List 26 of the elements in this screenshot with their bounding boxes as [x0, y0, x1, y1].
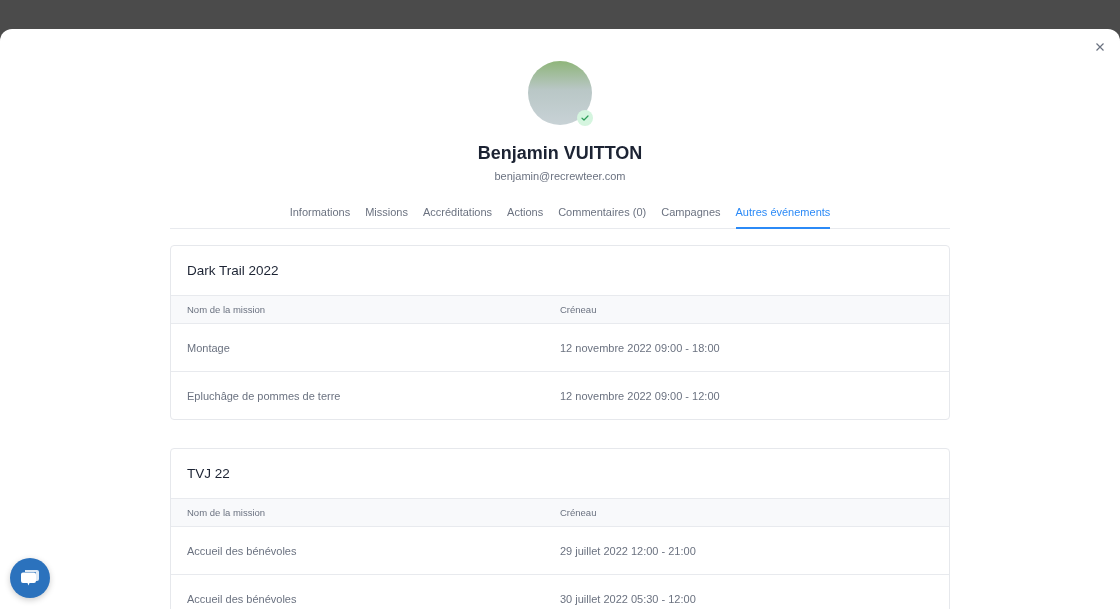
tab[interactable]: Autres événements [735, 205, 831, 229]
table-cell-text: 29 juillet 2022 12:00 - 21:00 [560, 544, 697, 557]
event-title: Dark Trail 2022 [186, 262, 280, 280]
table-cell-text: Montage [187, 341, 231, 354]
tab[interactable]: Campagnes [661, 205, 721, 229]
table-cell-text: 12 novembre 2022 09:00 - 12:00 [560, 389, 721, 402]
column-header: Créneau [560, 507, 598, 518]
chat-bubbles-icon [20, 569, 40, 587]
tab[interactable]: Informations [289, 205, 351, 229]
event-title: TVJ 22 [186, 465, 231, 483]
profile-email: benjamin@recrewteer.com [494, 169, 626, 183]
tab[interactable]: Commentaires (0) [558, 205, 647, 229]
profile-name: Benjamin VUITTON [477, 142, 643, 164]
tab[interactable]: Missions [365, 205, 408, 229]
tab[interactable]: Accréditations [423, 205, 493, 229]
column-header: Créneau [560, 304, 598, 315]
column-header: Nom de la mission [187, 304, 267, 315]
table-cell-text: Accueil des bénévoles [187, 592, 298, 605]
table-cell-text: Accueil des bénévoles [187, 544, 298, 557]
table-cell-text: 12 novembre 2022 09:00 - 18:00 [560, 341, 721, 354]
column-header: Nom de la mission [187, 507, 267, 518]
close-button[interactable] [1094, 41, 1106, 53]
close-icon [1096, 43, 1104, 51]
table-cell-text: Epluchâge de pommes de terre [187, 389, 342, 402]
table-cell-text: 30 juillet 2022 05:30 - 12:00 [560, 592, 697, 605]
tab[interactable]: Actions [507, 205, 544, 229]
